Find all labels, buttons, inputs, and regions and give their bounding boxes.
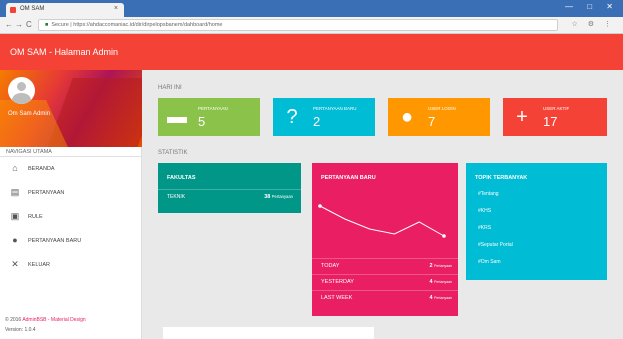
stat-row-unit: Pertanyaan bbox=[434, 296, 452, 300]
trend-line-chart bbox=[318, 204, 446, 238]
footer-brand-link[interactable]: AdminBSB - Material Design bbox=[22, 317, 85, 323]
stat-row-label: LAST WEEK bbox=[321, 295, 353, 301]
info-box-number: 7 bbox=[428, 114, 436, 129]
close-icon: ✕ bbox=[11, 259, 19, 269]
info-box-label: USER AKTIF bbox=[543, 106, 570, 111]
forward-icon[interactable]: → bbox=[15, 20, 23, 29]
add-person-icon: + bbox=[516, 106, 528, 128]
browser-action-icons[interactable]: ☆ ⚙ ⋮ bbox=[572, 20, 615, 28]
app-title[interactable]: OM SAM - Halaman Admin bbox=[10, 47, 118, 57]
trend-point bbox=[318, 204, 322, 208]
sidebar-item-keluar[interactable]: ✕ KELUAR bbox=[0, 253, 142, 277]
stat-row-value: 4 bbox=[429, 279, 433, 285]
tab-title: OM SAM bbox=[20, 6, 45, 12]
browser-tab-bar: OM SAM × — □ ✕ bbox=[0, 0, 623, 17]
avatar-body bbox=[12, 93, 31, 104]
pertanyaan-baru-card: PERTANYAAN BARU TODAY 2 Pertanyaan YESTE… bbox=[312, 163, 458, 316]
info-box-label: PERTANYAAN bbox=[198, 106, 228, 111]
info-box-number: 2 bbox=[313, 114, 321, 129]
topik-terbanyak-card: TOPIK TERBANYAK #Tentang #KHS #KRS #Sepu… bbox=[466, 163, 607, 280]
footer-copyright: © 2016 AdminBSB - Material Design bbox=[5, 317, 86, 323]
secure-label: Secure bbox=[51, 22, 69, 28]
back-icon[interactable]: ← bbox=[5, 20, 13, 29]
info-box-user-aktif[interactable]: + USER AKTIF 17 bbox=[503, 98, 607, 136]
card-title: FAKULTAS bbox=[167, 175, 196, 181]
avatar[interactable] bbox=[8, 77, 35, 104]
sidebar-item-rule[interactable]: ▣ RULE bbox=[0, 205, 142, 229]
sidebar-item-label: PERTANYAAN BARU bbox=[28, 238, 82, 244]
lock-icon: ■ bbox=[45, 22, 49, 28]
stat-row-unit: Pertanyaan bbox=[434, 264, 452, 268]
user-profile-panel: Om Sam Admin bbox=[0, 70, 142, 147]
window-controls[interactable]: — □ ✕ bbox=[565, 2, 619, 11]
tab-close-icon[interactable]: × bbox=[114, 5, 118, 12]
address-bar-row: ← → C ■ Secure | https://ahdaccomaniac.id… bbox=[0, 17, 623, 34]
sidebar-item-pertanyaan[interactable]: ▤ PERTANYAAN bbox=[0, 181, 142, 205]
stat-row-yesterday[interactable]: YESTERDAY 4 Pertanyaan bbox=[312, 274, 458, 288]
info-box-user-login[interactable]: ● USER LOGIN 7 bbox=[388, 98, 490, 136]
trend-line bbox=[319, 205, 445, 237]
topik-item[interactable]: #Om Sam bbox=[478, 259, 501, 265]
user-name: Om Sam Admin bbox=[8, 111, 51, 117]
help-icon: ● bbox=[12, 235, 18, 245]
avatar-head bbox=[17, 82, 26, 91]
stat-row-value-group: 4 Pertanyaan bbox=[430, 279, 453, 285]
bottom-card bbox=[163, 327, 374, 339]
home-icon: ⌂ bbox=[12, 163, 18, 173]
info-box-number: 17 bbox=[543, 114, 558, 129]
fakultas-row-unit: Pertanyaan bbox=[271, 194, 293, 199]
reload-icon[interactable]: C bbox=[26, 20, 32, 29]
topik-item[interactable]: #KRS bbox=[478, 225, 491, 231]
stat-row-value-group: 4 Pertanyaan bbox=[430, 295, 453, 301]
topik-item[interactable]: #Tentang bbox=[478, 191, 499, 197]
forum-icon: ▬ bbox=[167, 106, 187, 128]
section-label-statistik: STATISTIK bbox=[158, 150, 188, 156]
sidebar-item-label: RULE bbox=[28, 214, 43, 220]
url-input[interactable]: ■ Secure | https://ahdaccomaniac.id/dir/d… bbox=[38, 19, 558, 31]
stat-row-unit: Pertanyaan bbox=[434, 280, 452, 284]
info-box-pertanyaan-baru[interactable]: ? PERTANYAAN BARU 2 bbox=[273, 98, 375, 136]
info-box-label: USER LOGIN bbox=[428, 106, 456, 111]
section-label-hari-ini: HARI INI bbox=[158, 85, 182, 91]
fakultas-row-value-group: 38 Pertanyaan bbox=[264, 194, 293, 200]
card-title: TOPIK TERBANYAK bbox=[475, 175, 528, 181]
stat-row-label: YESTERDAY bbox=[321, 279, 354, 285]
menu-header: NAVIGASI UTAMA bbox=[0, 147, 142, 157]
stat-row-last-week[interactable]: LAST WEEK 4 Pertanyaan bbox=[312, 290, 458, 304]
topik-item[interactable]: #Seputar Portal bbox=[478, 242, 513, 248]
url-text: https://ahdaccomaniac.id/dir/dirpelopsba… bbox=[73, 22, 223, 28]
footer-prefix: © 2016 bbox=[5, 317, 23, 323]
stat-row-value: 4 bbox=[429, 295, 433, 301]
stat-row-value: 2 bbox=[429, 263, 433, 269]
sidebar-item-label: PERTANYAAN bbox=[28, 190, 65, 196]
card-title: PERTANYAAN BARU bbox=[321, 175, 376, 181]
info-box-number: 5 bbox=[198, 114, 206, 129]
help-icon: ? bbox=[286, 106, 298, 128]
info-box-pertanyaan[interactable]: ▬ PERTANYAAN 5 bbox=[158, 98, 260, 136]
sidebar-item-label: BERANDA bbox=[28, 166, 55, 172]
stat-row-today[interactable]: TODAY 2 Pertanyaan bbox=[312, 258, 458, 272]
sidebar-item-label: KELUAR bbox=[28, 262, 51, 268]
sidebar-item-beranda[interactable]: ⌂ BERANDA bbox=[0, 157, 142, 181]
favicon-icon bbox=[10, 7, 16, 13]
fakultas-row[interactable]: TEKNIK 38 Pertanyaan bbox=[158, 189, 301, 202]
fakultas-row-value: 38 bbox=[264, 194, 271, 200]
info-box-label: PERTANYAAN BARU bbox=[313, 106, 357, 111]
footer-version: Version: 1.0.4 bbox=[5, 327, 36, 333]
stat-row-value-group: 2 Pertanyaan bbox=[430, 263, 453, 269]
sidebar-item-pertanyaan-baru[interactable]: ● PERTANYAAN BARU bbox=[0, 229, 142, 253]
list-icon: ▤ bbox=[10, 187, 20, 197]
sidebar: Om Sam Admin NAVIGASI UTAMA ⌂ BERANDA ▤ … bbox=[0, 70, 142, 339]
fakultas-card: FAKULTAS TEKNIK 38 Pertanyaan bbox=[158, 163, 301, 213]
browser-tab[interactable]: OM SAM × bbox=[6, 3, 124, 17]
app-header: OM SAM - Halaman Admin bbox=[0, 34, 623, 70]
topik-item[interactable]: #KHS bbox=[478, 208, 491, 214]
stat-row-label: TODAY bbox=[321, 263, 340, 269]
trend-point bbox=[442, 234, 446, 238]
book-icon: ▣ bbox=[10, 211, 20, 221]
fakultas-row-label: TEKNIK bbox=[167, 194, 186, 200]
person-icon: ● bbox=[400, 106, 414, 128]
